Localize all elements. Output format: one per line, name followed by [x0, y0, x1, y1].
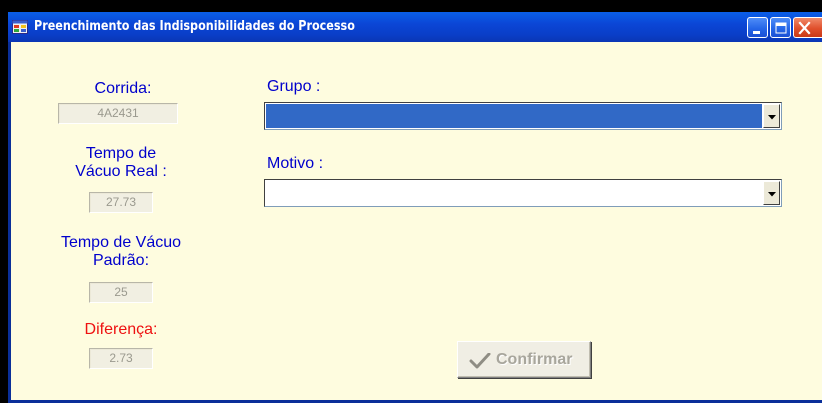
grupo-combobox[interactable] — [264, 102, 782, 130]
diferenca-label: Diferença: — [84, 321, 158, 338]
confirm-button-label: Confirmar — [496, 351, 573, 368]
motivo-selected-value[interactable] — [266, 181, 762, 205]
checkmark-icon — [469, 353, 491, 369]
dialog-window: Preenchimento das Indisponibilidades do … — [8, 12, 822, 403]
form-client-area: Corrida: 4A2431 Tempo de Vácuo Real : 27… — [11, 42, 822, 400]
maximize-button[interactable] — [770, 17, 791, 38]
tempo-vacuo-real-field: 27.73 — [89, 192, 153, 213]
minimize-button[interactable] — [747, 17, 768, 38]
tempo-vacuo-padrao-label-line1: Tempo de Vácuo — [60, 234, 182, 251]
grupo-selected-value[interactable] — [266, 104, 762, 128]
tempo-vacuo-real-label-line1: Tempo de — [85, 145, 157, 162]
motivo-combobox[interactable] — [264, 179, 782, 207]
tempo-vacuo-padrao-field: 25 — [89, 282, 153, 303]
motivo-label: Motivo : — [267, 155, 324, 172]
tempo-vacuo-padrao-label-line2: Padrão: — [92, 252, 150, 269]
motivo-dropdown-button[interactable] — [763, 181, 780, 205]
maximize-icon — [775, 22, 787, 34]
title-bar[interactable]: Preenchimento das Indisponibilidades do … — [8, 12, 822, 42]
chevron-down-icon — [768, 115, 776, 120]
confirm-button[interactable]: Confirmar — [457, 341, 591, 378]
close-button[interactable] — [793, 17, 822, 38]
chevron-down-icon — [768, 192, 776, 197]
minimize-icon — [753, 31, 760, 34]
diferenca-field: 2.73 — [89, 348, 153, 369]
corrida-label: Corrida: — [94, 80, 152, 97]
application-form-icon[interactable] — [12, 19, 28, 35]
corrida-field: 4A2431 — [58, 103, 178, 124]
grupo-label: Grupo : — [267, 78, 321, 95]
grupo-dropdown-button[interactable] — [763, 104, 780, 128]
close-icon — [798, 21, 811, 35]
tempo-vacuo-real-label-line2: Vácuo Real : — [75, 163, 167, 180]
window-title: Preenchimento das Indisponibilidades do … — [34, 19, 355, 34]
screen-frame: Preenchimento das Indisponibilidades do … — [0, 0, 822, 403]
